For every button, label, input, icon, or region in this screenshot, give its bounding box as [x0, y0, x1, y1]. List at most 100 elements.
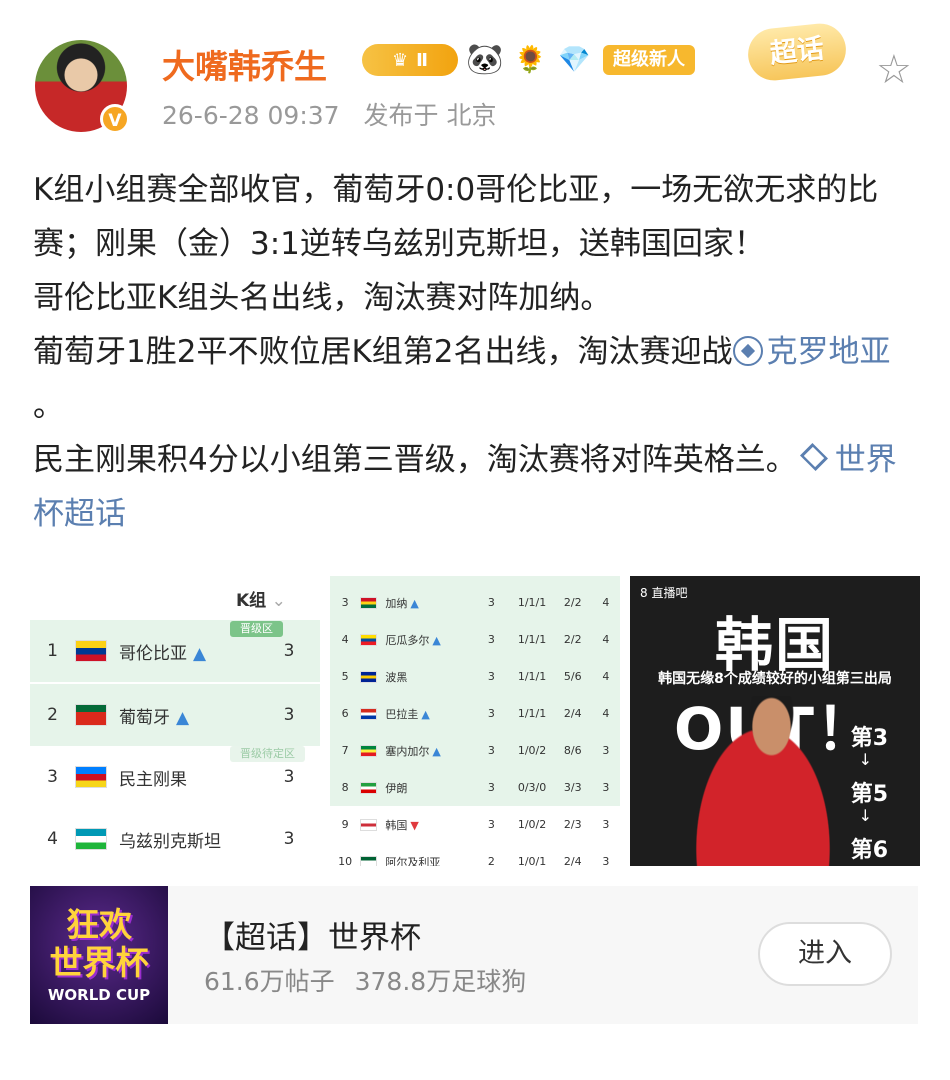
played: 3	[487, 818, 495, 831]
goals: 2/3	[563, 818, 582, 831]
played: 3	[487, 633, 495, 646]
post-body: K组小组赛全部收官，葡萄牙0:0哥伦比亚，一场无欲无求的比赛；刚果（金）3:1逆…	[33, 163, 923, 541]
rank: 5	[341, 670, 349, 683]
trend-up-icon: ▲	[410, 596, 419, 610]
flag-icon	[360, 744, 378, 757]
topic-image-title: 狂欢 世界杯	[30, 906, 168, 982]
goals: 2/4	[563, 855, 582, 866]
flag-icon	[75, 704, 107, 726]
level-crown-badge: ♛ Ⅱ	[362, 44, 458, 76]
flag-icon	[360, 855, 378, 866]
played: 2	[487, 855, 495, 866]
played: 3	[487, 744, 495, 757]
flag-icon	[360, 596, 378, 609]
username[interactable]: 大嘴韩乔生	[162, 40, 327, 88]
croatia-link[interactable]: 克罗地亚	[732, 334, 891, 370]
rank: 9	[341, 818, 349, 831]
croatia-link-label: 克罗地亚	[766, 334, 891, 370]
record: 0/3/0	[517, 781, 547, 794]
standings-row: 7 塞内加尔 ▲ 3 1/0/2 8/6 3	[330, 732, 620, 769]
goals: 2/2	[563, 596, 582, 609]
team-name: 巴拉圭	[385, 707, 419, 721]
team-name: 厄瓜多尔	[385, 633, 430, 647]
favorite-star-icon[interactable]: ☆	[876, 50, 912, 90]
chaohua-badge[interactable]: 超话	[745, 21, 849, 83]
team-name: 民主刚果	[119, 769, 187, 790]
topic-image-title-top: 狂欢	[66, 905, 132, 944]
post-paragraph-1: K组小组赛全部收官，葡萄牙0:0哥伦比亚，一场无欲无求的比赛；刚果（金）3:1逆…	[33, 172, 879, 262]
team-name: 葡萄牙	[119, 707, 170, 728]
standings-row: 8 伊朗 3 0/3/0 3/3 3	[330, 769, 620, 806]
post-paragraph-4-text: 民主刚果积4分以小组第三晋级，淘汰赛将对阵英格兰。	[33, 442, 797, 478]
standings-row: 4 乌兹别克斯坦 3	[30, 808, 320, 866]
topic-title: 【超话】世界杯	[204, 920, 421, 956]
standings-row: 10 阿尔及利亚 2 1/0/1 2/4 3	[330, 843, 620, 866]
enter-button[interactable]: 进入	[758, 922, 892, 986]
flag-icon	[360, 633, 378, 646]
played: 3	[283, 641, 295, 661]
korea-out-poster-image[interactable]: 8 直播吧 韩国OUT！ 韩国无缘8个成绩较好的小组第三出局 第3 ↓ 第5 ↓…	[630, 576, 920, 866]
flag-icon	[360, 670, 378, 683]
flag-icon	[75, 640, 107, 662]
topic-image-subtitle: WORLD CUP	[47, 986, 151, 1004]
topic-post-count: 61.6万帖子	[204, 967, 335, 996]
post-meta: 26-6-28 09:37 发布于 北京	[162, 96, 512, 132]
record: 1/0/2	[517, 818, 547, 831]
team-name: 加纳	[385, 596, 408, 610]
rank-6: 第6	[850, 838, 888, 863]
diamond-badge-icon: 💎	[558, 45, 591, 75]
playoff-zone-tag: 晋级待定区	[230, 746, 305, 762]
team-cell: 巴拉圭 ▲	[385, 706, 472, 722]
rank: 6	[341, 707, 349, 720]
football-icon	[732, 336, 763, 366]
poster-subtitle: 韩国无缘8个成绩较好的小组第三出局	[658, 671, 892, 687]
rank: 3	[47, 767, 58, 787]
trend-down-icon: ▼	[410, 818, 419, 832]
team-cell: 葡萄牙 ▲	[119, 703, 269, 728]
record: 1/0/2	[517, 744, 547, 757]
points: 3	[602, 855, 610, 866]
team-cell: 塞内加尔 ▲	[385, 743, 472, 759]
standings-row: 3 加纳 ▲ 3 1/1/1 2/2 4	[330, 584, 620, 621]
points: 3	[602, 781, 610, 794]
level-badge-label: Ⅱ	[416, 49, 428, 71]
played: 3	[487, 707, 495, 720]
sunflower-icon: 🌻	[514, 45, 547, 75]
rank: 2	[47, 705, 58, 725]
rank: 4	[341, 633, 349, 646]
rank: 10	[338, 855, 353, 866]
goals: 2/4	[563, 707, 582, 720]
team-cell: 乌兹别克斯坦	[119, 827, 269, 852]
points: 3	[602, 744, 610, 757]
super-new-badge: 超级新人	[603, 45, 695, 75]
trend-up-icon: ▲	[432, 744, 441, 758]
topic-card[interactable]: 狂欢 世界杯 WORLD CUP 【超话】世界杯 61.6万帖子 378.8万足…	[30, 886, 918, 1024]
rank: 4	[47, 829, 58, 849]
played: 3	[487, 781, 495, 794]
team-cell: 波黑	[385, 669, 472, 685]
standings-row: 2 葡萄牙 ▲ 3	[30, 684, 320, 746]
rank: 1	[47, 641, 58, 661]
team-name: 哥伦比亚	[119, 643, 187, 664]
flag-icon	[75, 828, 107, 850]
group-label: K组	[236, 586, 286, 611]
third-place-standings-image[interactable]: 3 加纳 ▲ 3 1/1/1 2/2 4 4 厄瓜多尔 ▲ 3 1/1/1 2/2 4 5 波黑 3 1/1/1 5…	[330, 576, 620, 866]
team-name: 伊朗	[385, 781, 408, 795]
team-name: 塞内加尔	[385, 744, 430, 758]
trend-up-icon: ▲	[193, 643, 207, 664]
arrow-down-icon: ↓	[858, 806, 872, 825]
team-name: 阿尔及利亚	[385, 855, 441, 867]
crown-icon: ♛	[392, 49, 409, 71]
trend-up-icon: ▲	[176, 707, 190, 728]
flag-icon	[360, 781, 378, 794]
record: 1/1/1	[517, 707, 547, 720]
arrow-down-icon: ↓	[858, 750, 872, 769]
rank: 3	[341, 596, 349, 609]
flag-icon	[75, 766, 107, 788]
record: 1/0/1	[517, 855, 547, 866]
post-paragraph-3-suffix: 。	[33, 388, 64, 424]
topic-stats: 61.6万帖子 378.8万足球狗	[204, 962, 538, 998]
group-k-standings-image[interactable]: K组 1 哥伦比亚 ▲ 3 2 葡萄牙 ▲ 3 3 民主刚果 3 4 乌兹别克斯坦 3 晋级区 晋级待定区	[30, 576, 320, 866]
team-cell: 阿尔及利亚	[385, 854, 472, 867]
played: 3	[487, 670, 495, 683]
